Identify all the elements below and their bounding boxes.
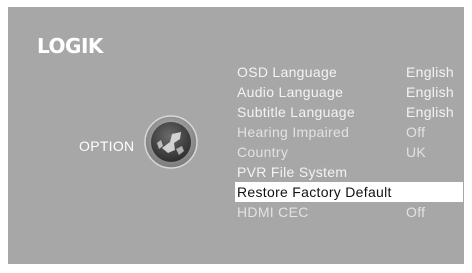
menu-item-value: UK <box>406 144 427 160</box>
menu-item-value: English <box>406 84 455 100</box>
menu-item-label: Subtitle Language <box>237 104 355 120</box>
menu-item-value: English <box>406 64 455 80</box>
menu-item-label: PVR File System <box>237 164 348 180</box>
menu-item-label: Hearing Impaired <box>237 124 350 140</box>
menu-item-hearing-impaired[interactable]: Hearing Impaired Off <box>235 122 463 142</box>
menu-item-label: Country <box>237 144 289 160</box>
option-globe-icon <box>144 115 198 169</box>
menu-item-value: Off <box>406 124 426 140</box>
menu-item-label: Restore Factory Default <box>237 184 392 200</box>
menu-item-label: OSD Language <box>237 64 338 80</box>
menu-item-hdmi-cec[interactable]: HDMI CEC Off <box>235 202 463 222</box>
option-section-label: OPTION <box>79 138 135 154</box>
menu-item-pvr-file-system[interactable]: PVR File System <box>235 162 463 182</box>
menu-item-restore-factory-default[interactable]: Restore Factory Default <box>235 182 463 202</box>
brand-logo: LOGIK <box>37 34 103 58</box>
menu-item-audio-language[interactable]: Audio Language English <box>235 82 463 102</box>
tv-menu-screen: LOGIK OPTION OSD Language English Audio … <box>8 7 464 264</box>
menu-item-label: Audio Language <box>237 84 344 100</box>
options-menu: OSD Language English Audio Language Engl… <box>235 62 463 222</box>
menu-item-value: Off <box>406 204 426 220</box>
menu-item-subtitle-language[interactable]: Subtitle Language English <box>235 102 463 122</box>
menu-item-country[interactable]: Country UK <box>235 142 463 162</box>
menu-item-value: English <box>406 104 455 120</box>
menu-item-osd-language[interactable]: OSD Language English <box>235 62 463 82</box>
menu-item-label: HDMI CEC <box>237 204 309 220</box>
